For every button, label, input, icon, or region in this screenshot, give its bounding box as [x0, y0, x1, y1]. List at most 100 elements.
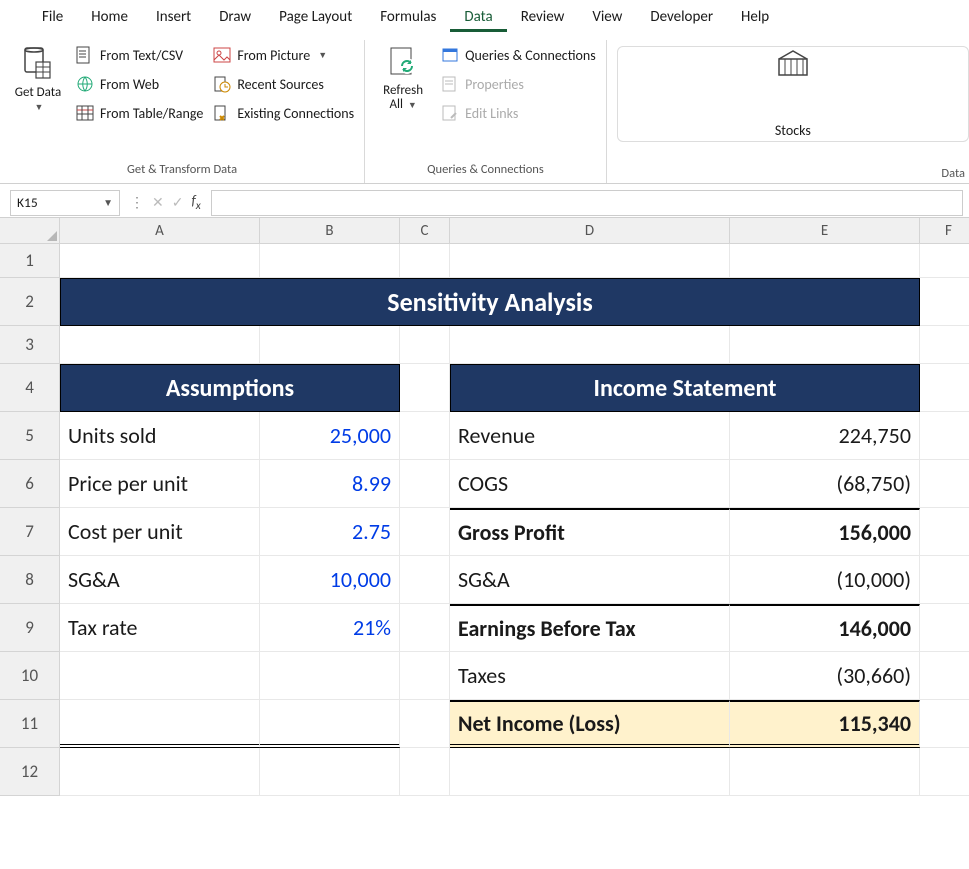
row-header-3[interactable]: 3	[0, 326, 60, 364]
tab-developer[interactable]: Developer	[636, 2, 727, 32]
row-header-1[interactable]: 1	[0, 244, 60, 278]
cell-a1[interactable]	[60, 244, 260, 278]
cell-e7[interactable]: 156,000	[730, 508, 920, 556]
row-header-2[interactable]: 2	[0, 278, 60, 326]
cell-f5[interactable]	[920, 412, 969, 460]
cell-f2[interactable]	[920, 278, 969, 326]
cell-d12[interactable]	[450, 748, 730, 796]
edit-links-button[interactable]: Edit Links	[441, 104, 596, 122]
cell-b9[interactable]: 21%	[260, 604, 400, 652]
cell-f9[interactable]	[920, 604, 969, 652]
cell-f6[interactable]	[920, 460, 969, 508]
col-header-a[interactable]: A	[60, 218, 260, 244]
from-web-button[interactable]: From Web	[76, 75, 203, 93]
cell-d1[interactable]	[450, 244, 730, 278]
properties-button[interactable]: Properties	[441, 75, 596, 93]
formula-bar[interactable]	[211, 190, 963, 216]
cell-f4[interactable]	[920, 364, 969, 412]
cell-f3[interactable]	[920, 326, 969, 364]
cell-a9[interactable]: Tax rate	[60, 604, 260, 652]
cell-a5[interactable]: Units sold	[60, 412, 260, 460]
cell-c6[interactable]	[400, 460, 450, 508]
cell-d5[interactable]: Revenue	[450, 412, 730, 460]
chevron-down-icon[interactable]: ▼	[103, 196, 113, 209]
tab-view[interactable]: View	[578, 2, 636, 32]
refresh-all-button[interactable]: Refresh All ▼	[375, 42, 431, 117]
cell-d11[interactable]: Net Income (Loss)	[450, 700, 730, 748]
cell-c3[interactable]	[400, 326, 450, 364]
tab-insert[interactable]: Insert	[142, 2, 205, 32]
cell-f10[interactable]	[920, 652, 969, 700]
cell-c5[interactable]	[400, 412, 450, 460]
cell-e5[interactable]: 224,750	[730, 412, 920, 460]
cell-c7[interactable]	[400, 508, 450, 556]
tab-draw[interactable]: Draw	[205, 2, 265, 32]
cell-f12[interactable]	[920, 748, 969, 796]
cell-d7[interactable]: Gross Profit	[450, 508, 730, 556]
cell-f1[interactable]	[920, 244, 969, 278]
row-header-11[interactable]: 11	[0, 700, 60, 748]
cell-d10[interactable]: Taxes	[450, 652, 730, 700]
cell-d6[interactable]: COGS	[450, 460, 730, 508]
row-header-8[interactable]: 8	[0, 556, 60, 604]
existing-connections-button[interactable]: Existing Connections	[213, 104, 354, 122]
row-header-9[interactable]: 9	[0, 604, 60, 652]
cell-e8[interactable]: (10,000)	[730, 556, 920, 604]
tab-formulas[interactable]: Formulas	[366, 2, 450, 32]
income-header[interactable]: Income Statement	[450, 364, 920, 412]
title-banner[interactable]: Sensitivity Analysis	[60, 278, 920, 326]
fx-icon[interactable]: fx	[191, 192, 200, 213]
spreadsheet-grid[interactable]: A B C D E F 1 2 Sensitivity Analysis 3 4…	[0, 218, 969, 796]
from-picture-button[interactable]: From Picture▼	[213, 46, 354, 64]
col-header-c[interactable]: C	[400, 218, 450, 244]
cell-e10[interactable]: (30,660)	[730, 652, 920, 700]
vertical-dots-icon[interactable]: ⋮	[130, 194, 144, 211]
stocks-button[interactable]: Stocks	[617, 46, 969, 142]
row-header-7[interactable]: 7	[0, 508, 60, 556]
cell-c9[interactable]	[400, 604, 450, 652]
row-header-5[interactable]: 5	[0, 412, 60, 460]
cell-b1[interactable]	[260, 244, 400, 278]
tab-file[interactable]: File	[28, 2, 77, 32]
cell-e6[interactable]: (68,750)	[730, 460, 920, 508]
cell-b11[interactable]	[260, 700, 400, 748]
assumptions-header[interactable]: Assumptions	[60, 364, 400, 412]
cell-b3[interactable]	[260, 326, 400, 364]
cell-a3[interactable]	[60, 326, 260, 364]
row-header-10[interactable]: 10	[0, 652, 60, 700]
recent-sources-button[interactable]: Recent Sources	[213, 75, 354, 93]
row-header-4[interactable]: 4	[0, 364, 60, 412]
col-header-f[interactable]: F	[920, 218, 969, 244]
cell-c8[interactable]	[400, 556, 450, 604]
col-header-b[interactable]: B	[260, 218, 400, 244]
cell-d3[interactable]	[450, 326, 730, 364]
cell-c11[interactable]	[400, 700, 450, 748]
cell-b10[interactable]	[260, 652, 400, 700]
cancel-icon[interactable]: ✕	[152, 194, 164, 211]
cell-f7[interactable]	[920, 508, 969, 556]
col-header-e[interactable]: E	[730, 218, 920, 244]
select-all-corner[interactable]	[0, 218, 60, 244]
cell-c4[interactable]	[400, 364, 450, 412]
cell-c10[interactable]	[400, 652, 450, 700]
cell-a7[interactable]: Cost per unit	[60, 508, 260, 556]
tab-page-layout[interactable]: Page Layout	[265, 2, 366, 32]
cell-b7[interactable]: 2.75	[260, 508, 400, 556]
cell-b5[interactable]: 25,000	[260, 412, 400, 460]
tab-review[interactable]: Review	[507, 2, 579, 32]
cell-a10[interactable]	[60, 652, 260, 700]
name-box[interactable]: K15 ▼	[10, 190, 120, 216]
cell-a12[interactable]	[60, 748, 260, 796]
cell-a11[interactable]	[60, 700, 260, 748]
row-header-12[interactable]: 12	[0, 748, 60, 796]
cell-e9[interactable]: 146,000	[730, 604, 920, 652]
col-header-d[interactable]: D	[450, 218, 730, 244]
cell-a6[interactable]: Price per unit	[60, 460, 260, 508]
cell-d8[interactable]: SG&A	[450, 556, 730, 604]
enter-icon[interactable]: ✓	[172, 194, 184, 211]
row-header-6[interactable]: 6	[0, 460, 60, 508]
cell-b6[interactable]: 8.99	[260, 460, 400, 508]
cell-a8[interactable]: SG&A	[60, 556, 260, 604]
from-text-csv-button[interactable]: From Text/CSV	[76, 46, 203, 64]
cell-e11[interactable]: 115,340	[730, 700, 920, 748]
